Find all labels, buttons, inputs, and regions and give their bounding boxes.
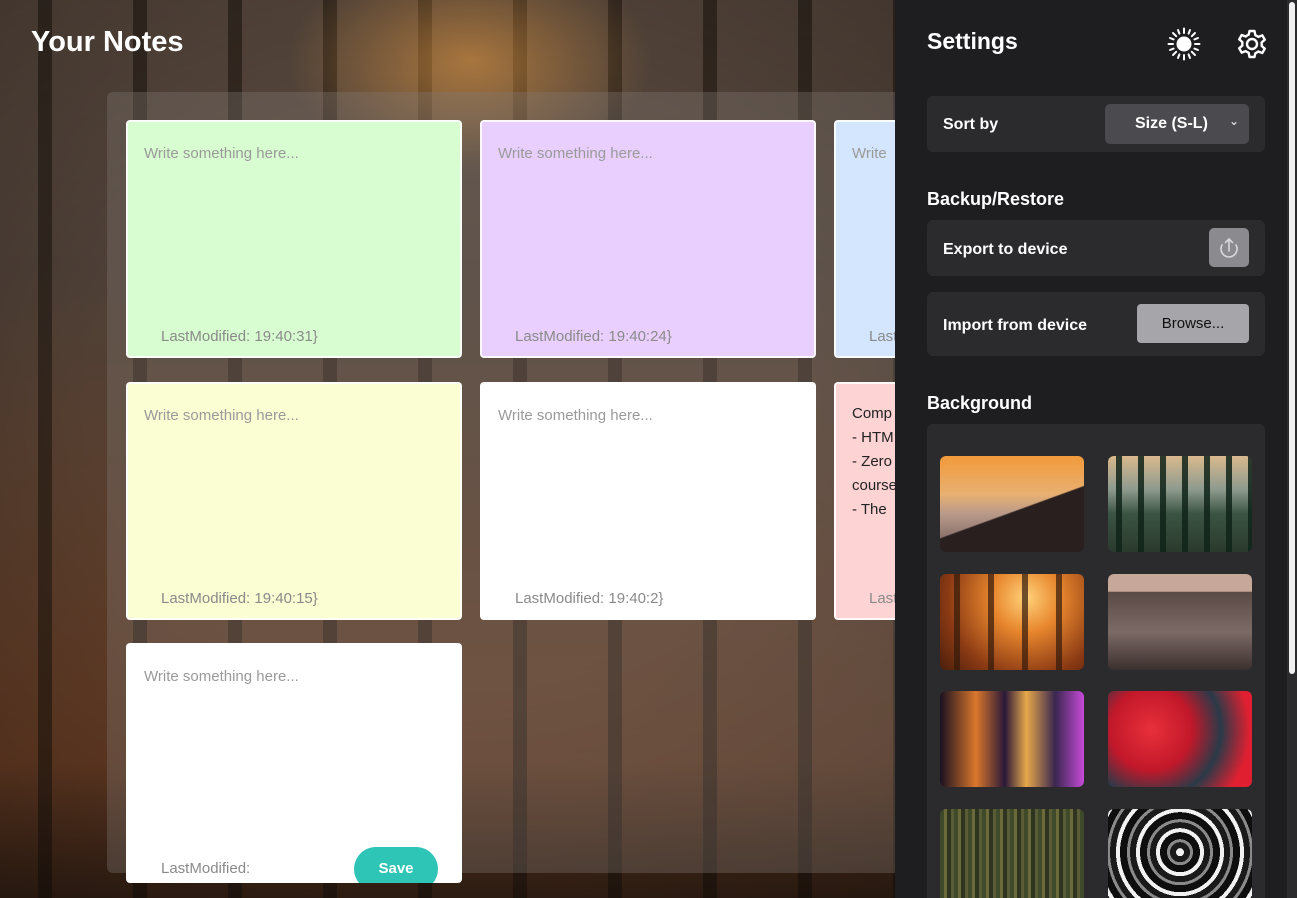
note-card[interactable]: Write something here... LastModified: 19… [480,120,816,358]
background-thumb-autumn-forest[interactable] [940,574,1084,670]
notes-board: Write something here... LastModified: 19… [107,92,1170,883]
browse-button[interactable]: Browse... [1137,304,1249,343]
export-label: Export to device [943,241,1068,258]
note-last-modified: LastModified: 19:40:2} [515,590,664,607]
sort-select[interactable]: Size (S-L) ⌄ [1105,104,1249,144]
save-button[interactable]: Save [354,847,438,883]
note-card[interactable]: Write something here... LastModified: Sa… [126,643,462,883]
page-title: Your Notes [31,26,184,58]
gear-icon[interactable] [1235,27,1269,61]
note-last-modified: LastModified: 19:40:24} [515,328,672,345]
background-thumb-mountain-forest[interactable] [1108,456,1252,552]
background-thumbnails [927,424,1265,898]
note-card[interactable]: Write something here... LastModified: 19… [126,382,462,620]
import-label: Import from device [943,317,1088,334]
settings-title: Settings [927,28,1018,54]
chevron-down-icon: ⌄ [1228,114,1239,128]
note-last-modified: LastModified: [161,860,251,877]
background-thumb-street-shop[interactable] [1108,574,1252,670]
note-last-modified: LastModified: 19:40:31} [161,328,318,345]
note-textarea[interactable]: Write something here... [498,404,798,428]
import-card: Import from device Browse... [927,292,1265,356]
background-thumb-mountain-sunset[interactable] [940,456,1084,552]
note-last-modified: Last [869,328,898,345]
note-textarea[interactable]: Write something here... [144,404,444,428]
note-card[interactable]: Write something here... LastModified: 19… [126,120,462,358]
background-section-title: Background [927,393,1033,413]
scrollbar-thumb[interactable] [1289,2,1295,674]
backup-section-title: Backup/Restore [927,189,1065,209]
settings-panel: Settings Sort by Size (S-L) ⌄ Backup/Res… [895,0,1297,898]
note-card[interactable]: Write something here... LastModified: 19… [480,382,816,620]
note-last-modified: LastModified: 19:40:15} [161,590,318,607]
sun-icon[interactable] [1167,27,1201,61]
sort-label: Sort by [943,116,999,133]
note-textarea[interactable]: Write something here... [498,142,798,166]
note-textarea[interactable]: Write something here... [144,142,444,166]
background-thumb-night-alley[interactable] [940,691,1084,787]
note-last-modified: Last [869,590,898,607]
background-thumb-tree-bark[interactable] [940,809,1084,898]
background-thumb-tunnel-bw[interactable] [1108,809,1252,898]
export-card: Export to device [927,220,1265,276]
sort-card: Sort by Size (S-L) ⌄ [927,96,1265,152]
export-button[interactable] [1209,228,1249,267]
sort-select-value: Size (S-L) [1135,115,1208,132]
upload-icon [1220,238,1238,258]
note-textarea[interactable]: Write something here... [144,665,444,689]
background-thumb-red-abstract[interactable] [1108,691,1252,787]
